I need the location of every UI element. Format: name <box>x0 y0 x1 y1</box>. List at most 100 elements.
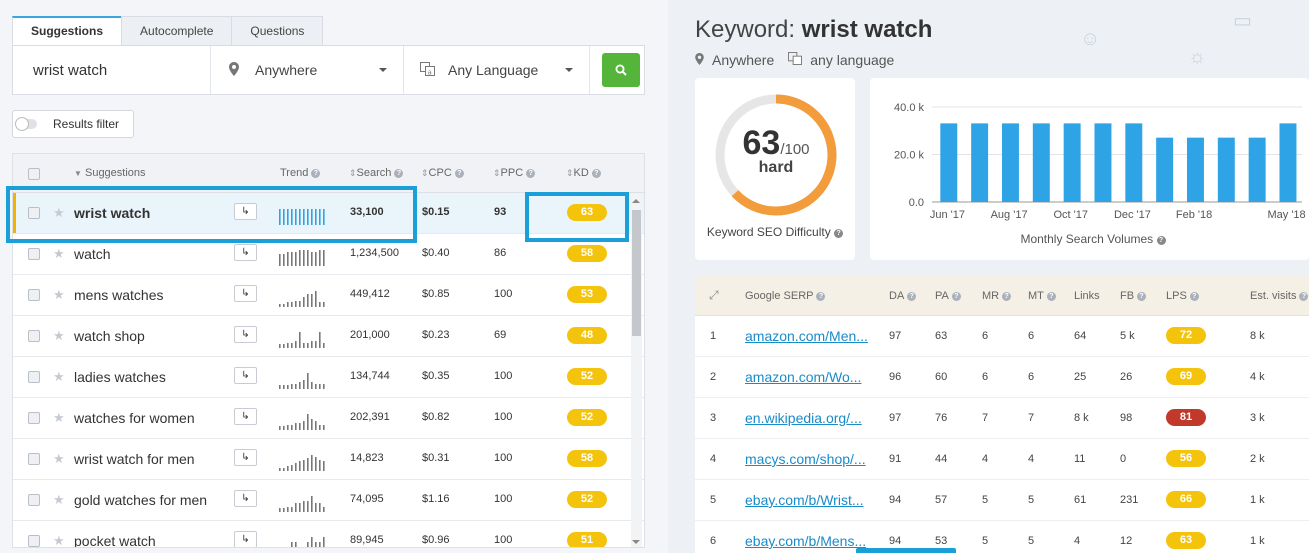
help-icon[interactable]: ? <box>1189 292 1199 301</box>
help-icon[interactable]: ? <box>816 292 826 301</box>
row-checkbox[interactable] <box>28 330 40 342</box>
row-checkbox[interactable] <box>28 453 40 465</box>
star-icon[interactable]: ★ <box>53 287 65 303</box>
row-checkbox[interactable] <box>28 412 40 424</box>
select-all-checkbox[interactable] <box>28 168 40 180</box>
star-icon[interactable]: ★ <box>53 246 65 262</box>
serp-header-cell[interactable]: MR? <box>982 290 1012 302</box>
row-checkbox[interactable] <box>28 535 40 547</box>
serp-header-cell[interactable]: Google SERP? <box>745 290 826 302</box>
serp-url-link[interactable]: amazon.com/Men... <box>745 328 868 344</box>
table-row[interactable]: ★ wrist watch for men ↳ 14,823 $0.31 100 58 <box>13 439 644 480</box>
help-icon[interactable]: ? <box>454 169 464 178</box>
serp-url-link[interactable]: amazon.com/Wo... <box>745 369 861 385</box>
scroll-down-icon[interactable] <box>632 540 640 544</box>
table-row[interactable]: ★ watches for women ↳ 202,391 $0.82 100 52 <box>13 398 644 439</box>
ppc-value: 100 <box>494 411 513 423</box>
help-icon[interactable]: ? <box>907 292 917 301</box>
copy-keyword-button[interactable]: ↳ <box>234 531 257 547</box>
serp-header-cell[interactable]: Est. visits? <box>1250 290 1309 302</box>
table-row[interactable]: ★ watch shop ↳ 201,000 $0.23 69 48 <box>13 316 644 357</box>
serp-header-cell[interactable]: Links <box>1074 290 1100 302</box>
row-checkbox[interactable] <box>28 289 40 301</box>
results-filter-toggle[interactable]: Results filter <box>12 110 135 138</box>
serp-url-link[interactable]: macys.com/shop/... <box>745 451 866 467</box>
serp-url-link[interactable]: ebay.com/b/Wrist... <box>745 492 864 508</box>
tab-suggestions[interactable]: Suggestions <box>12 16 123 45</box>
scroll-up-icon[interactable] <box>632 199 640 203</box>
keyword-text[interactable]: gold watches for men <box>74 492 207 508</box>
lps-badge: 56 <box>1166 450 1206 467</box>
serp-rank: 4 <box>710 453 717 465</box>
serp-header-cell[interactable]: PA? <box>935 290 961 302</box>
star-icon[interactable]: ★ <box>53 328 65 344</box>
serp-header-cell[interactable]: LPS? <box>1166 290 1199 302</box>
keyword-text[interactable]: mens watches <box>74 287 163 303</box>
serp-url-link[interactable]: en.wikipedia.org/... <box>745 410 862 426</box>
star-icon[interactable]: ★ <box>53 492 65 508</box>
table-row[interactable]: ★ gold watches for men ↳ 74,095 $1.16 100 52 <box>13 480 644 521</box>
row-checkbox[interactable] <box>28 371 40 383</box>
header-kd[interactable]: ⇕KD ? <box>566 167 601 179</box>
row-checkbox[interactable] <box>28 494 40 506</box>
serp-fb: 5 k <box>1120 330 1135 342</box>
header-trend[interactable]: Trend ? <box>280 167 321 179</box>
help-icon[interactable]: ? <box>311 169 321 178</box>
location-select[interactable]: Anywhere <box>211 46 404 94</box>
keyword-text[interactable]: watches for women <box>74 410 195 426</box>
trend-bar <box>287 425 289 430</box>
language-select[interactable]: a Any Language <box>404 46 590 94</box>
header-search[interactable]: ⇕Search ? <box>349 167 404 179</box>
keyword-text[interactable]: watch shop <box>74 328 145 344</box>
help-icon[interactable]: ? <box>1156 236 1166 245</box>
lps-badge: 66 <box>1166 491 1206 508</box>
table-row[interactable]: ★ pocket watch ↳ 89,945 $0.96 100 51 <box>13 521 644 547</box>
cpc-value: $1.16 <box>422 493 450 505</box>
row-checkbox[interactable] <box>28 248 40 260</box>
help-icon[interactable]: ? <box>394 169 404 178</box>
help-icon[interactable]: ? <box>526 169 536 178</box>
help-icon[interactable]: ? <box>1299 292 1309 301</box>
copy-keyword-button[interactable]: ↳ <box>234 244 257 261</box>
star-icon[interactable]: ★ <box>53 369 65 385</box>
serp-header-cell[interactable]: DA? <box>889 290 917 302</box>
trend-bar <box>311 294 313 307</box>
copy-keyword-button[interactable]: ↳ <box>234 367 257 384</box>
keyword-text[interactable]: wrist watch for men <box>74 451 195 467</box>
table-scrollbar[interactable] <box>631 194 642 547</box>
copy-keyword-button[interactable]: ↳ <box>234 326 257 343</box>
help-icon[interactable]: ? <box>1137 292 1147 301</box>
help-icon[interactable]: ? <box>1046 292 1056 301</box>
star-icon[interactable]: ★ <box>53 410 65 426</box>
copy-keyword-button[interactable]: ↳ <box>234 490 257 507</box>
keyword-input[interactable] <box>13 46 211 94</box>
serp-url-link[interactable]: ebay.com/b/Mens... <box>745 533 866 549</box>
star-icon[interactable]: ★ <box>53 451 65 467</box>
header-cpc[interactable]: ⇕CPC ? <box>421 167 464 179</box>
serp-header-cell[interactable]: MT? <box>1028 290 1056 302</box>
scrollbar-thumb[interactable] <box>632 210 641 336</box>
expand-icon[interactable]: ⤢ <box>709 288 719 303</box>
keyword-text[interactable]: watch <box>74 246 111 262</box>
help-icon[interactable]: ? <box>951 292 961 301</box>
search-button[interactable] <box>602 53 640 87</box>
table-row[interactable]: ★ mens watches ↳ 449,412 $0.85 100 53 <box>13 275 644 316</box>
keyword-text[interactable]: ladies watches <box>74 369 166 385</box>
help-icon[interactable]: ? <box>591 169 601 178</box>
tab-questions[interactable]: Questions <box>231 16 324 45</box>
copy-keyword-button[interactable]: ↳ <box>234 449 257 466</box>
copy-keyword-button[interactable]: ↳ <box>234 285 257 302</box>
bottom-tab-indicator[interactable] <box>856 548 956 553</box>
tab-autocomplete[interactable]: Autocomplete <box>121 16 233 45</box>
copy-keyword-button[interactable]: ↳ <box>234 408 257 425</box>
star-icon[interactable]: ★ <box>53 533 65 547</box>
header-suggestions[interactable]: ▼ Suggestions <box>74 167 146 179</box>
header-ppc[interactable]: ⇕PPC ? <box>493 167 536 179</box>
help-icon[interactable]: ? <box>834 229 844 238</box>
serp-header-cell[interactable]: FB? <box>1120 290 1147 302</box>
table-row[interactable]: ★ ladies watches ↳ 134,744 $0.35 100 52 <box>13 357 644 398</box>
cpc-value: $0.96 <box>422 534 450 546</box>
help-icon[interactable]: ? <box>1002 292 1012 301</box>
keyword-text[interactable]: pocket watch <box>74 533 156 547</box>
toggle-switch[interactable] <box>15 117 37 131</box>
